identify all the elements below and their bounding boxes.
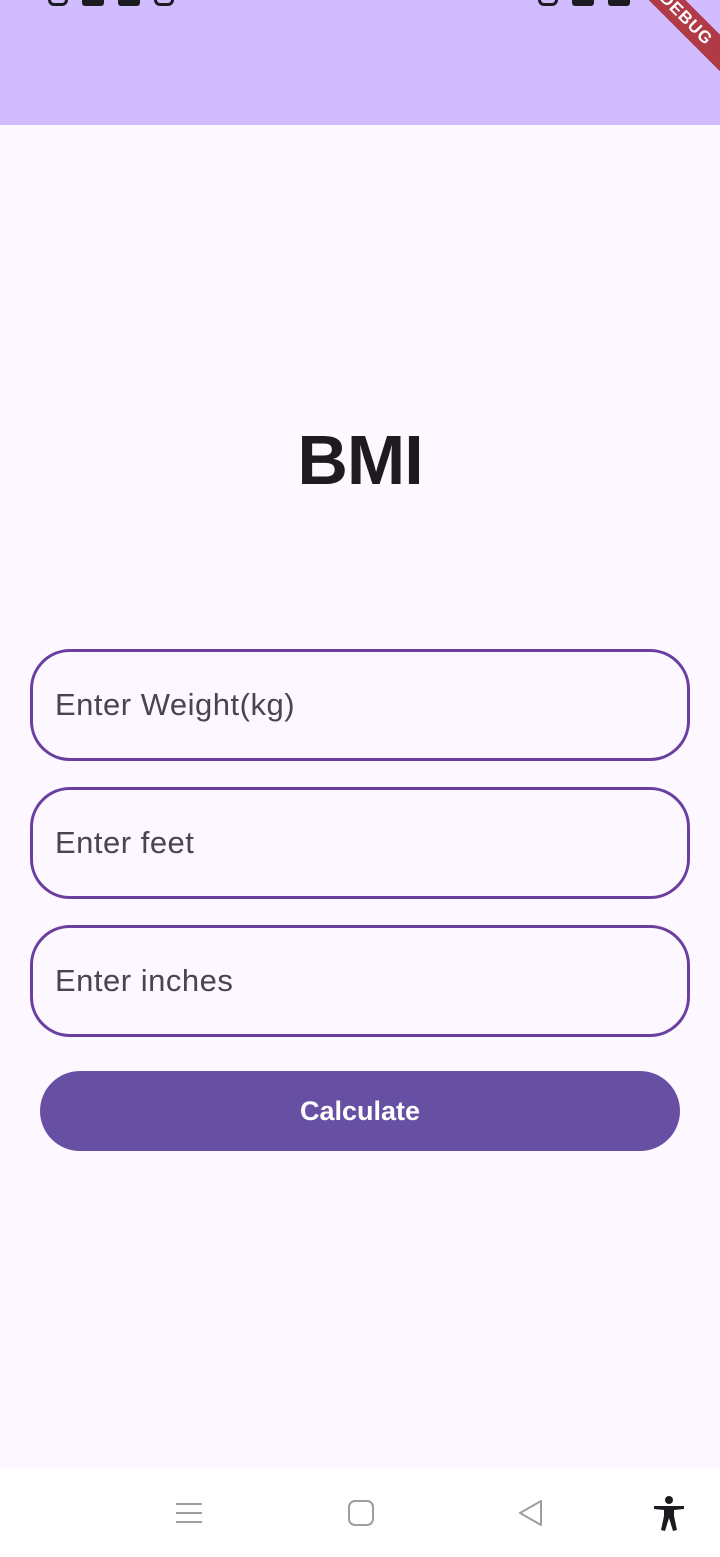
alarm-icon	[538, 0, 558, 6]
feet-input[interactable]	[55, 825, 687, 861]
system-nav-bar	[0, 1468, 720, 1557]
home-icon[interactable]	[346, 1498, 376, 1528]
status-bar-left	[48, 0, 174, 8]
inches-input[interactable]	[55, 963, 687, 999]
page-title: BMI	[297, 421, 423, 499]
battery-icon	[608, 0, 630, 6]
app-bar: DEBUG	[0, 0, 720, 125]
notification-icon	[82, 0, 104, 6]
accessibility-icon[interactable]	[652, 1496, 686, 1532]
main-content: BMI Calculate	[0, 125, 720, 1468]
inches-field[interactable]	[30, 925, 690, 1037]
weight-field[interactable]	[30, 649, 690, 761]
menu-icon[interactable]	[174, 1498, 204, 1528]
app-notification-icon	[118, 0, 140, 6]
whatsapp-icon	[48, 0, 68, 6]
feet-field[interactable]	[30, 787, 690, 899]
weight-input[interactable]	[55, 687, 687, 723]
calculate-button[interactable]: Calculate	[40, 1071, 680, 1151]
message-icon	[154, 0, 174, 6]
signal-icon	[572, 0, 594, 6]
status-bar-right	[538, 0, 630, 8]
debug-banner: DEBUG	[627, 0, 720, 78]
back-icon[interactable]	[516, 1498, 546, 1528]
